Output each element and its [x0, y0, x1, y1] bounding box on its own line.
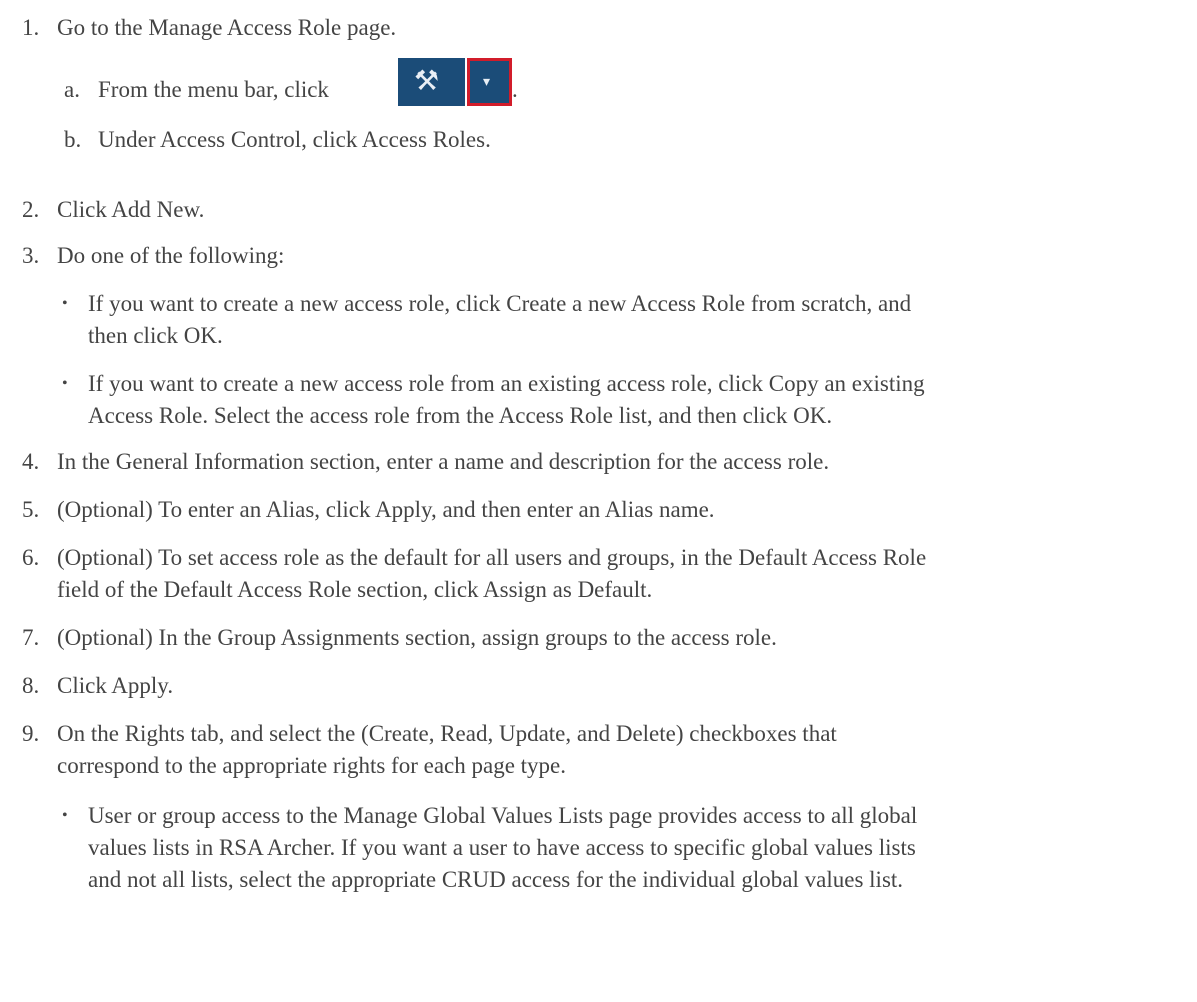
step-text-line: (Optional) To set access role as the def…: [57, 545, 927, 570]
step-text: Click Apply.: [57, 673, 174, 698]
bullet-icon: •: [62, 375, 68, 392]
document-page: 1. Go to the Manage Access Role page. a.…: [0, 0, 1197, 1002]
step-text-line: correspond to the appropriate rights for…: [57, 753, 566, 778]
tools-icon: ⚒: [414, 64, 440, 97]
step-number: 3.: [22, 243, 40, 268]
bullet-text-line: values lists in RSA Archer. If you want …: [88, 835, 916, 860]
step-text-line: On the Rights tab, and select the (Creat…: [57, 721, 837, 746]
dropdown-arrow-icon: ▾: [483, 74, 491, 90]
step-number: 1.: [22, 15, 40, 40]
step-text: (Optional) In the Group Assignments sect…: [57, 625, 777, 650]
bullet-text-line: If you want to create a new access role,…: [88, 291, 912, 316]
bullet-text-line: then click OK.: [88, 323, 223, 348]
step-number: 7.: [22, 625, 40, 650]
substep-suffix: .: [512, 77, 518, 102]
dropdown-button: ▾: [467, 58, 512, 106]
bullet-text-line: User or group access to the Manage Globa…: [88, 803, 918, 828]
substep-text: Under Access Control, click Access Roles…: [98, 127, 491, 152]
step-number: 6.: [22, 545, 40, 570]
step-text: Go to the Manage Access Role page.: [57, 15, 397, 40]
bullet-text-line: Access Role. Select the access role from…: [88, 403, 833, 428]
step-text: Click Add New.: [57, 197, 205, 222]
menu-bar-button-image: ⚒ ▾: [398, 58, 512, 106]
substep-number: a.: [64, 77, 80, 102]
tools-button: ⚒: [398, 58, 465, 106]
step-number: 9.: [22, 721, 40, 746]
step-number: 5.: [22, 497, 40, 522]
bullet-icon: •: [62, 807, 68, 824]
step-number: 8.: [22, 673, 40, 698]
step-text: In the General Information section, ente…: [57, 449, 830, 474]
step-number: 2.: [22, 197, 40, 222]
bullet-icon: •: [62, 295, 68, 312]
step-text-line: field of the Default Access Role section…: [57, 577, 653, 602]
substep-text: From the menu bar, click: [98, 77, 329, 102]
bullet-text-line: If you want to create a new access role …: [88, 371, 925, 396]
step-text: (Optional) To enter an Alias, click Appl…: [57, 497, 715, 522]
step-number: 4.: [22, 449, 40, 474]
substep-number: b.: [64, 127, 82, 152]
bullet-text-line: and not all lists, select the appropriat…: [88, 867, 904, 892]
step-text: Do one of the following:: [57, 243, 285, 268]
